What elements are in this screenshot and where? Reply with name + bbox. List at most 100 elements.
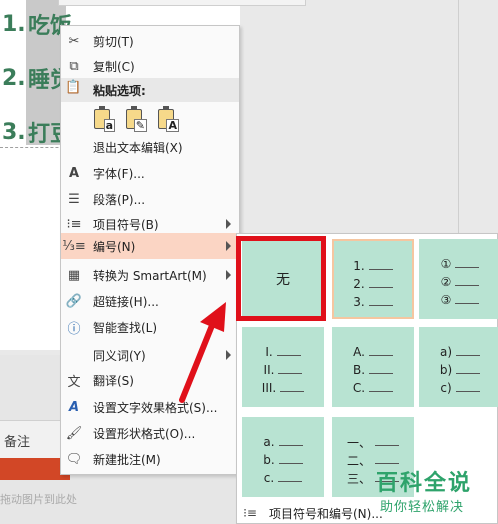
menu-item-text-effects[interactable]: A 设置文字效果格式(S)... [61,394,239,420]
bullets-icon: ⁝≡ [243,506,257,520]
numbering-marker: a. [263,435,275,449]
numbering-marker: III. [261,381,277,395]
paste-options-row: a ✎ A [91,106,179,132]
bullets-and-numbering-label: 项目符号和编号(N)... [269,506,383,521]
numbering-marker: ① [440,257,452,271]
numbering-marker: B. [352,363,366,377]
blank-icon [61,342,87,368]
divider [458,0,459,236]
paste-text-only-button[interactable]: A [155,106,179,132]
numbering-tile-lower-alpha-paren[interactable]: a) b) c) [419,327,498,407]
menu-item-exit-edit[interactable]: 退出文本编辑(X) [61,134,239,160]
menu-item-label: 剪切(T) [93,34,134,49]
menu-item-label: 段落(P)... [93,192,146,207]
translate-icon: 文 [67,374,81,390]
numbering-marker: 2. [353,277,365,291]
text-effects-icon: A [68,399,80,415]
watermark-logo: 百科全说 助你轻松解决 [366,463,498,518]
numbering-tile-arabic[interactable]: 1. 2. 3. [332,239,414,319]
menu-item-cut[interactable]: ✂ 剪切(T) [61,28,239,54]
comment-icon: 🗨 [65,451,83,467]
numbering-tile-lower-alpha[interactable]: a. b. c. [242,417,324,497]
paste-mark: ✎ [133,119,147,132]
numbering-marker: ③ [440,293,452,307]
copy-icon: ⧉ [69,58,79,74]
submenu-arrow-icon [226,350,231,360]
context-menu: ✂ 剪切(T) ⧉ 复制(C) 📋 粘贴选项: a ✎ A 退出文本编辑(X) … [60,25,240,475]
text-edit-icon [61,134,87,160]
line-number: 3. [2,119,26,145]
menu-item-translate[interactable]: 文 翻译(S) [61,367,239,393]
submenu-arrow-icon [226,241,231,251]
lookup-icon: ⓘ [67,321,81,337]
numbering-marker: c. [263,471,275,485]
paragraph-icon: ☰ [68,191,80,207]
paste-merge-format-button[interactable]: ✎ [123,106,147,132]
menu-item-hyperlink[interactable]: 🔗 超链接(H)... [61,288,239,314]
numbering-marker: 1. [353,259,365,273]
menu-item-copy[interactable]: ⧉ 复制(C) [61,53,239,79]
numbering-marker: A. [353,345,365,359]
numbering-marker: 3. [353,295,365,309]
menu-item-numbering[interactable]: ⅓≡ 编号(N) [61,233,239,259]
numbering-tile-upper-alpha[interactable]: A. B. C. [332,327,414,407]
numbering-sample: a. b. c. [242,433,324,487]
menu-item-label: 转换为 SmartArt(M) [93,268,207,283]
menu-item-label: 设置文字效果格式(S)... [93,400,218,415]
menu-item-label: 复制(C) [93,59,135,74]
numbering-sample: I. II. III. [242,343,324,397]
notes-label[interactable]: 备注 [4,431,30,450]
smartart-icon: ▦ [67,267,81,283]
menu-item-new-comment[interactable]: 🗨 新建批注(M) [61,446,239,472]
clipboard-icon: 📋 [65,80,82,95]
numbering-sample: 1. 2. 3. [334,257,412,311]
numbering-icon: ⅓≡ [62,238,86,254]
menu-item-synonyms[interactable]: 同义词(Y) [61,342,239,368]
menu-item-label: 翻译(S) [93,373,134,388]
menu-item-shape-format[interactable]: 🖌 设置形状格式(O)... [61,420,239,446]
paste-keep-format-button[interactable]: a [91,106,115,132]
menu-item-label: 字体(F)... [93,166,145,181]
numbering-marker: a) [439,345,453,359]
watermark-subtitle: 助你轻松解决 [380,500,465,515]
numbering-tile-circled[interactable]: ① ② ③ [419,239,498,319]
menu-item-label: 新建批注(M) [93,452,161,467]
numbering-sample: ① ② ③ [419,255,498,309]
drag-hint: 拖动图片到此处 [0,493,77,506]
font-icon: A [68,165,80,181]
numbering-sample: a) b) c) [419,343,498,397]
paste-mark: a [103,119,115,132]
menu-item-label: 退出文本编辑(X) [93,140,183,155]
line-number: 2. [2,65,26,91]
numbering-marker: II. [263,363,275,377]
menu-item-label: 超链接(H)... [93,294,159,309]
numbering-marker: I. [265,345,273,359]
paste-mark: A [166,119,179,132]
menu-item-label: 设置形状格式(O)... [93,426,196,441]
link-icon: 🔗 [65,293,83,309]
numbering-tile-roman[interactable]: I. II. III. [242,327,324,407]
numbering-marker: 一、 [346,435,371,450]
numbering-marker: c) [440,381,452,395]
menu-item-label: 智能查找(L) [93,320,158,335]
numbering-marker: C. [352,381,366,395]
shape-format-icon: 🖌 [65,425,83,441]
highlight-box [236,236,326,321]
toolbar-strip [58,0,306,6]
menu-item-label: 编号(N) [93,239,136,254]
paste-options-header: 📋 粘贴选项: [61,78,239,102]
menu-item-paragraph[interactable]: ☰ 段落(P)... [61,186,239,212]
menu-item-smartart[interactable]: ▦ 转换为 SmartArt(M) [61,262,239,288]
numbering-marker: b) [439,363,453,377]
menu-item-smart-lookup[interactable]: ⓘ 智能查找(L) [61,314,239,340]
menu-item-font[interactable]: A 字体(F)... [61,160,239,186]
submenu-arrow-icon [226,219,231,229]
watermark-title: 百科全说 [376,471,473,496]
numbering-marker: ② [440,275,452,289]
menu-item-label: 项目符号(B) [93,217,159,232]
scissors-icon: ✂ [68,33,80,49]
submenu-arrow-icon [226,270,231,280]
numbering-sample: A. B. C. [332,343,414,397]
numbering-marker: b. [263,453,275,467]
menu-item-label: 同义词(Y) [93,348,146,363]
